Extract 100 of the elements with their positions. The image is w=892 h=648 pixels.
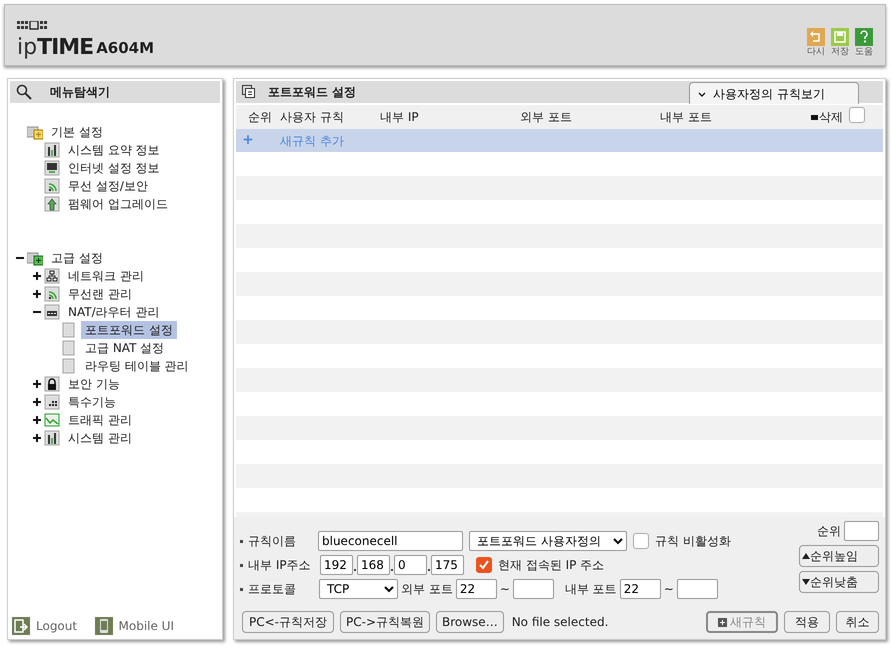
wireless-icon xyxy=(44,286,60,302)
tree-item[interactable]: 무선랜 관리 xyxy=(64,285,136,303)
tree-item[interactable]: 무선 설정/보안 xyxy=(64,177,152,195)
tree-item[interactable]: 포트포워드 설정 xyxy=(81,321,177,339)
network-icon xyxy=(44,268,60,284)
field-label: 외부 포트 xyxy=(401,581,453,598)
page-icon xyxy=(61,358,77,374)
dot-separator-icon xyxy=(354,569,356,571)
down-triangle-icon xyxy=(802,579,810,585)
chart-icon xyxy=(44,430,60,446)
current-ip-checkbox[interactable] xyxy=(476,557,492,573)
dot-separator-icon xyxy=(428,569,430,571)
field-label: 프로토콜 xyxy=(248,581,296,598)
column-header: 외부 포트 xyxy=(519,109,573,126)
tree-item[interactable]: NAT/라우터 관리 xyxy=(64,303,164,321)
tree-item[interactable]: 라우팅 테이블 관리 xyxy=(81,357,193,375)
upgrade-icon xyxy=(44,196,60,212)
grid-icon xyxy=(44,394,60,410)
checkbox-label: 규칙 비활성화 xyxy=(655,533,731,550)
view-rules-button[interactable]: 사용자정의 규칙보기 xyxy=(689,82,859,104)
minus-icon xyxy=(811,114,818,120)
bullet-icon xyxy=(240,564,243,566)
tree-item[interactable]: 트래픽 관리 xyxy=(64,411,136,429)
move-up-button[interactable]: 순위높임 xyxy=(799,545,879,567)
collapse-icon[interactable] xyxy=(16,254,24,262)
tree-item[interactable]: 네트워크 관리 xyxy=(64,267,148,285)
bullet-icon xyxy=(240,540,243,542)
undo-icon xyxy=(807,28,825,46)
field-label: 순위 xyxy=(817,523,841,540)
field-label: 내부 포트 xyxy=(564,581,617,598)
port-field[interactable]: 22 xyxy=(620,579,661,599)
collapse-icon[interactable] xyxy=(32,308,40,316)
help-button[interactable]: 도움 xyxy=(855,28,873,59)
tree-item[interactable]: 보안 기능 xyxy=(64,375,124,393)
tree-item[interactable]: 고급 설정 xyxy=(47,249,107,267)
tree-item[interactable]: 특수기능 xyxy=(64,393,120,411)
panel-title: 포트포워드 설정 xyxy=(268,84,356,101)
chart-icon xyxy=(44,142,60,158)
field-label: 규칙이름 xyxy=(248,533,296,550)
logout-icon xyxy=(12,617,30,635)
tree-item[interactable]: 시스템 관리 xyxy=(64,429,136,447)
help-icon xyxy=(855,28,873,46)
ip-octet-field[interactable]: 168 xyxy=(357,555,390,575)
expand-icon[interactable] xyxy=(32,380,40,388)
window-icon xyxy=(242,85,256,99)
brand-logo: ipTIME xyxy=(17,37,94,59)
save-button[interactable]: 저장 xyxy=(831,28,849,59)
logout-link[interactable]: Logout xyxy=(36,617,78,635)
tree-item[interactable]: 인터넷 설정 정보 xyxy=(64,159,164,177)
expand-icon[interactable] xyxy=(32,416,40,424)
port-field[interactable]: 22 xyxy=(456,579,497,599)
protocol-select[interactable]: TCP xyxy=(319,579,398,599)
undo-button[interactable]: 다시 xyxy=(807,28,825,59)
preset-select[interactable]: 포트포워드 사용자정의 xyxy=(469,531,627,551)
expand-icon[interactable] xyxy=(32,272,40,280)
model-name: A604M xyxy=(96,38,154,58)
rule-name-field[interactable]: blueconecell xyxy=(318,531,463,551)
panel-title: 메뉴탐색기 xyxy=(50,84,110,101)
traffic-chart-icon xyxy=(44,412,60,428)
tree-item[interactable]: 기본 설정 xyxy=(47,123,107,141)
field-label: 내부 IP주소 xyxy=(248,557,311,574)
port-field[interactable] xyxy=(512,579,554,599)
tilde: ~ xyxy=(664,581,674,598)
chevron-down-icon xyxy=(698,92,706,97)
ip-octet-field[interactable]: 192 xyxy=(320,555,353,575)
mobile-icon xyxy=(94,617,112,635)
page-icon xyxy=(61,322,77,338)
tilde: ~ xyxy=(500,581,510,598)
browse-button[interactable]: Browse… xyxy=(436,611,504,633)
column-header: 삭제 xyxy=(819,109,843,126)
router-icon xyxy=(44,304,60,320)
tree-item[interactable]: 펌웨어 업그레이드 xyxy=(64,195,172,213)
logo-icon xyxy=(17,20,48,30)
bullet-icon xyxy=(240,588,243,590)
port-field[interactable] xyxy=(676,579,718,599)
save-to-pc-button[interactable]: PC<-규칙저장 xyxy=(242,611,334,633)
cancel-button[interactable]: 취소 xyxy=(836,611,879,633)
ip-octet-field[interactable]: 175 xyxy=(431,555,464,575)
select-all-checkbox[interactable] xyxy=(849,107,865,123)
ip-octet-field[interactable]: 0 xyxy=(394,555,427,575)
expand-icon[interactable] xyxy=(32,290,40,298)
order-field[interactable] xyxy=(844,521,879,541)
disable-checkbox[interactable] xyxy=(633,533,649,549)
restore-from-pc-button[interactable]: PC->규칙복원 xyxy=(340,611,430,633)
folder-icon xyxy=(27,124,43,140)
column-header: 내부 IP xyxy=(379,109,420,126)
column-header: 순위 xyxy=(247,109,272,126)
expand-icon[interactable] xyxy=(32,434,40,442)
plus-icon xyxy=(718,618,727,628)
tree-item[interactable]: 시스템 요약 정보 xyxy=(64,141,164,159)
folder-icon xyxy=(27,250,43,266)
search-icon xyxy=(16,84,32,100)
expand-icon[interactable] xyxy=(32,398,40,406)
tree-item[interactable]: 고급 NAT 설정 xyxy=(81,339,168,357)
save-icon xyxy=(831,28,849,46)
column-header: 사용자 규칙 xyxy=(279,109,345,126)
lock-icon xyxy=(44,376,60,392)
move-down-button[interactable]: 순위낮춤 xyxy=(799,571,879,593)
mobile-ui-link[interactable]: Mobile UI xyxy=(118,617,174,635)
apply-button[interactable]: 적용 xyxy=(784,611,830,633)
